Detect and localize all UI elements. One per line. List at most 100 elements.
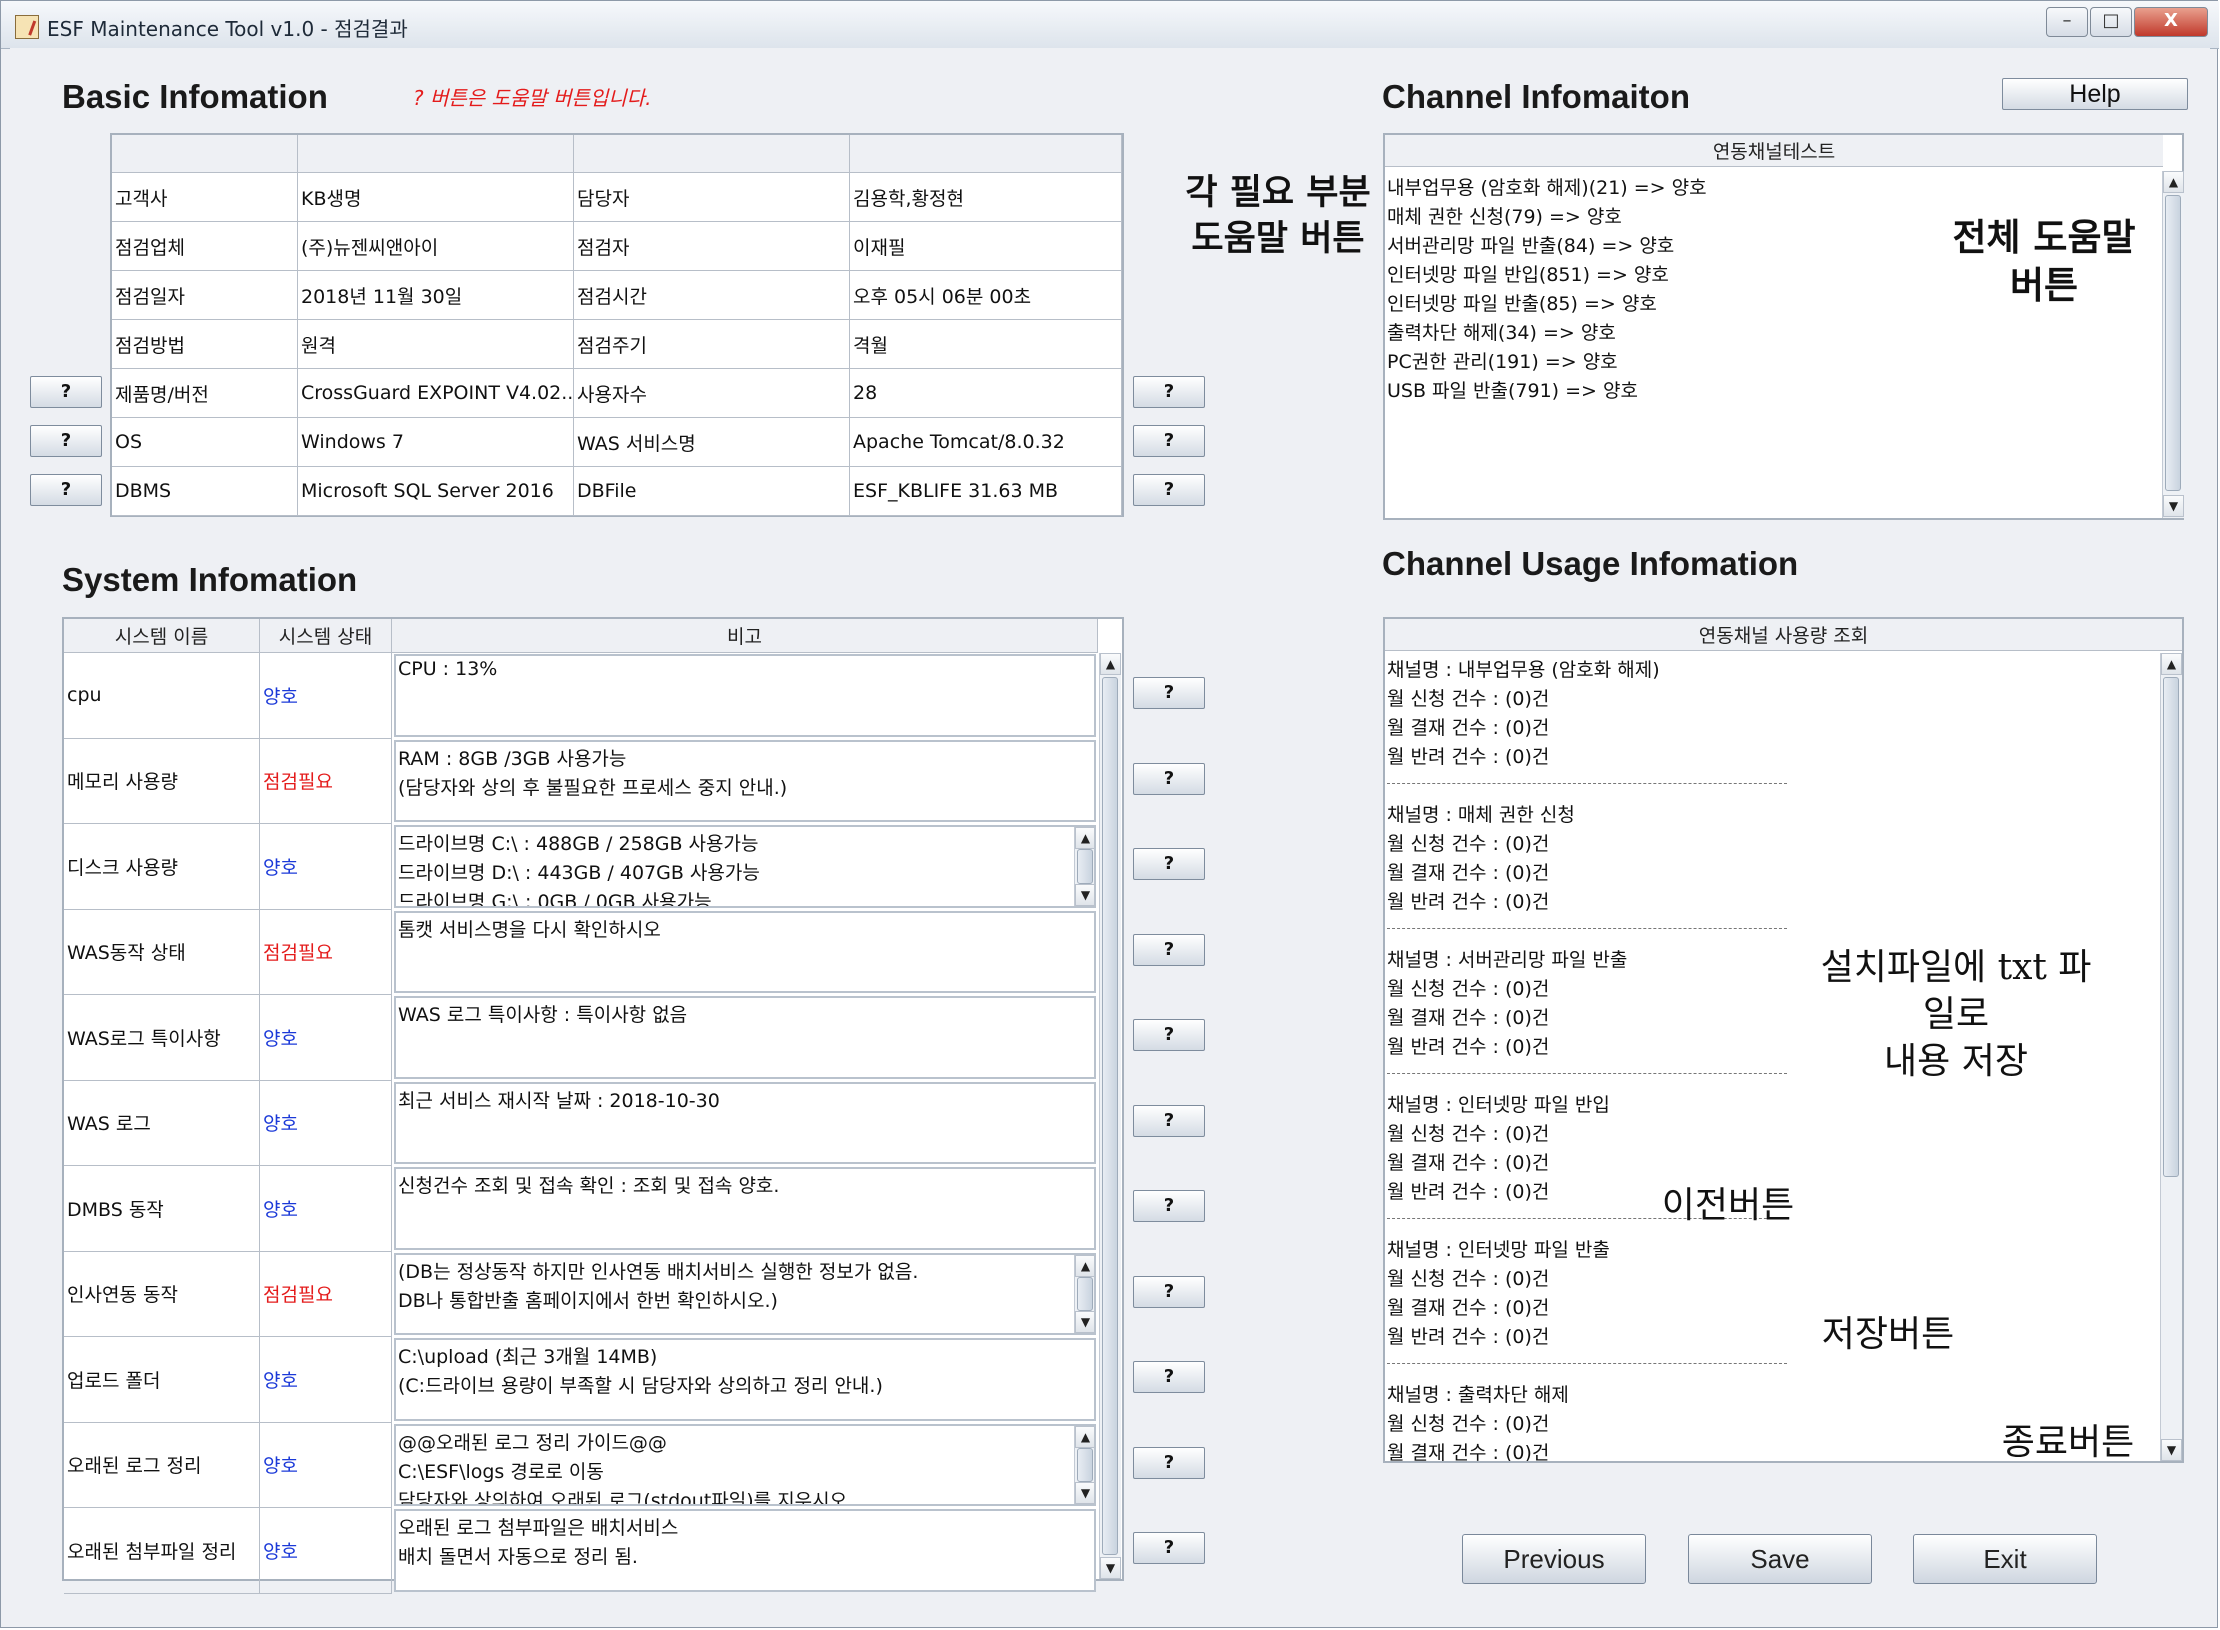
annotation-line: 일로 — [1922, 993, 1990, 1035]
row-help-button-right[interactable]: ? — [1133, 425, 1205, 457]
remark-box: (DB는 정상동작 하지만 인사연동 배치서비스 실행한 정보가 없음. DB나 … — [394, 1252, 1096, 1335]
system-status: 점검필요 — [260, 909, 392, 995]
info-value: 김용학,황정현 — [850, 173, 1122, 222]
system-name: 업로드 폴더 — [64, 1337, 260, 1423]
scroll-up-icon[interactable]: ▲ — [1100, 653, 1121, 675]
usage-channel-name: 채널명 : 인터넷망 파일 반입 — [1387, 1094, 1610, 1116]
annotation-each-help: 각 필요 부분 도움말 버튼 — [1168, 170, 1388, 261]
scroll-up-icon[interactable]: ▲ — [1075, 1425, 1094, 1448]
system-help-button[interactable]: ? — [1133, 1361, 1205, 1393]
system-help-button[interactable]: ? — [1133, 1104, 1205, 1137]
remark-line: 배치 돌면서 자동으로 정리 됨. — [398, 1546, 638, 1568]
channel-test-list[interactable]: 연동채널테스트 내부업무용 (암호화 해제)(21) => 양호 매체 권한 신청… — [1383, 133, 2184, 520]
scroll-thumb[interactable] — [2163, 677, 2179, 1177]
channel-test-item: USB 파일 반출(791) => 양호 — [1387, 380, 1638, 402]
system-help-button[interactable]: ? — [1133, 1446, 1205, 1479]
channel-list-scrollbar[interactable]: ▲ ▼ — [2162, 171, 2184, 518]
previous-button[interactable]: Previous — [1462, 1534, 1646, 1584]
row-help-button-left[interactable]: ? — [30, 425, 102, 457]
scroll-up-icon[interactable]: ▲ — [2161, 653, 2182, 675]
usage-count-line: 월 결재 건수 : (0)건 — [1387, 717, 1550, 739]
table-header-cell — [574, 135, 850, 173]
system-help-button[interactable]: ? — [1133, 848, 1205, 880]
info-label: 점검방법 — [112, 320, 298, 369]
row-help-button-left[interactable]: ? — [30, 376, 102, 408]
maximize-button[interactable]: □ — [2090, 7, 2132, 37]
remark-line: DB나 통합반출 홈페이지에서 한번 확인하시오.) — [398, 1289, 778, 1312]
remark-scrollbar[interactable]: ▲ ▼ — [1074, 1425, 1094, 1504]
system-help-button[interactable]: ? — [1133, 1532, 1205, 1564]
system-name: WAS동작 상태 — [64, 909, 260, 995]
save-button[interactable]: Save — [1688, 1534, 1872, 1584]
help-button[interactable]: Help — [2002, 78, 2188, 110]
remark-scrollbar[interactable]: ▲ ▼ — [1074, 1254, 1094, 1333]
info-value: (주)뉴젠씨앤아이 — [298, 222, 574, 271]
info-value: 이재필 — [850, 222, 1122, 271]
info-value: CrossGuard EXPOINT V4.02... — [298, 369, 574, 418]
scroll-up-icon[interactable]: ▲ — [1075, 1254, 1094, 1277]
system-help-button[interactable]: ? — [1133, 677, 1205, 709]
remark-scrollbar[interactable]: ▲ ▼ — [1074, 827, 1094, 906]
info-label: DBFile — [574, 467, 850, 516]
channel-test-item: 인터넷망 파일 반출(85) => 양호 — [1387, 293, 1657, 315]
usage-divider — [1387, 783, 1787, 784]
annotation-all-help: 전체 도움말 버튼 — [1924, 213, 2164, 309]
scroll-thumb[interactable] — [1077, 1276, 1093, 1311]
system-help-button[interactable]: ? — [1133, 762, 1205, 795]
scroll-up-icon[interactable]: ▲ — [1075, 827, 1094, 849]
remark-line: 담당자와 상의하여 오래된 로그(stdout파일)를 지우시오. — [398, 1489, 854, 1506]
close-button[interactable]: X — [2134, 7, 2208, 37]
title-bar: ESF Maintenance Tool v1.0 - 점검결과 – □ X — [1, 1, 2219, 49]
remark-line: RAM : 8GB /3GB 사용가능 — [398, 747, 627, 770]
usage-channel-name: 채널명 : 출력차단 해제 — [1387, 1384, 1569, 1406]
col-header-remarks: 비고 — [392, 619, 1098, 653]
scroll-down-icon[interactable]: ▼ — [1100, 1557, 1121, 1579]
scroll-down-icon[interactable]: ▼ — [2163, 495, 2184, 517]
scroll-thumb[interactable] — [1102, 677, 1118, 1555]
system-name: WAS로그 특이사항 — [64, 995, 260, 1081]
remark-box: RAM : 8GB /3GB 사용가능 (담당자와 상의 후 불필요한 프로세스 … — [394, 739, 1096, 822]
remark-line: @@오래된 로그 정리 가이드@@ — [398, 1431, 667, 1454]
row-help-button-right[interactable]: ? — [1133, 376, 1205, 408]
scroll-thumb[interactable] — [2165, 195, 2181, 491]
basic-info-title: Basic Infomation — [62, 78, 328, 115]
system-table-scrollbar[interactable]: ▲ ▼ — [1099, 653, 1121, 1579]
remark-box: CPU : 13% — [394, 654, 1096, 737]
remark-box: 톰캣 서비스명을 다시 확인하시오 — [394, 910, 1096, 993]
usage-count-line: 월 결재 건수 : (0)건 — [1387, 1152, 1550, 1174]
usage-count-line: 월 신청 건수 : (0)건 — [1387, 1268, 1550, 1290]
usage-list-scrollbar[interactable]: ▲ ▼ — [2160, 653, 2182, 1461]
row-help-button-left[interactable]: ? — [30, 474, 102, 506]
system-help-button[interactable]: ? — [1133, 1275, 1205, 1308]
remark-box: C:\upload (최근 3개월 14MB) (C:드라이브 용량이 부족할 시… — [394, 1338, 1096, 1421]
usage-divider — [1387, 1363, 1787, 1364]
system-name: WAS 로그 — [64, 1080, 260, 1166]
exit-button[interactable]: Exit — [1913, 1534, 2097, 1584]
system-help-button[interactable]: ? — [1133, 1019, 1205, 1051]
scroll-thumb[interactable] — [1077, 1447, 1093, 1482]
system-help-button[interactable]: ? — [1133, 933, 1205, 966]
remark-line: 드라이브명 D:\ : 443GB / 407GB 사용가능 — [398, 862, 760, 884]
scroll-down-icon[interactable]: ▼ — [2161, 1439, 2182, 1461]
channel-usage-header: 연동채널 사용량 조회 — [1385, 619, 2182, 651]
usage-channel-name: 채널명 : 인터넷망 파일 반출 — [1387, 1239, 1610, 1261]
system-name: 메모리 사용량 — [64, 738, 260, 824]
scroll-down-icon[interactable]: ▼ — [1075, 883, 1094, 906]
usage-count-line: 월 결재 건수 : (0)건 — [1387, 1007, 1550, 1029]
scroll-up-icon[interactable]: ▲ — [2163, 171, 2184, 193]
system-info-table: 시스템 이름 시스템 상태 비고 ▲ ▼ cpu 양호 CPU : 13% 메모리 사… — [62, 617, 1124, 1594]
usage-channel-name: 채널명 : 내부업무용 (암호화 해제) — [1387, 659, 1660, 681]
scroll-thumb[interactable] — [1077, 849, 1093, 884]
scroll-down-icon[interactable]: ▼ — [1075, 1311, 1094, 1333]
info-label: 점검주기 — [574, 320, 850, 369]
system-help-button[interactable]: ? — [1133, 1190, 1205, 1222]
system-status: 점검필요 — [260, 738, 392, 824]
col-header-system-status: 시스템 상태 — [260, 619, 392, 653]
remark-box: 오래된 로그 첨부파일은 배치서비스 배치 돌면서 자동으로 정리 됨. — [394, 1509, 1096, 1592]
row-help-button-right[interactable]: ? — [1133, 474, 1205, 506]
scroll-down-icon[interactable]: ▼ — [1075, 1482, 1094, 1504]
annotation-line: 설치파일에 txt 파 — [1820, 947, 2092, 988]
minimize-button[interactable]: – — [2046, 7, 2088, 37]
java-app-icon — [15, 15, 39, 39]
usage-count-line: 월 반려 건수 : (0)건 — [1387, 891, 1550, 913]
